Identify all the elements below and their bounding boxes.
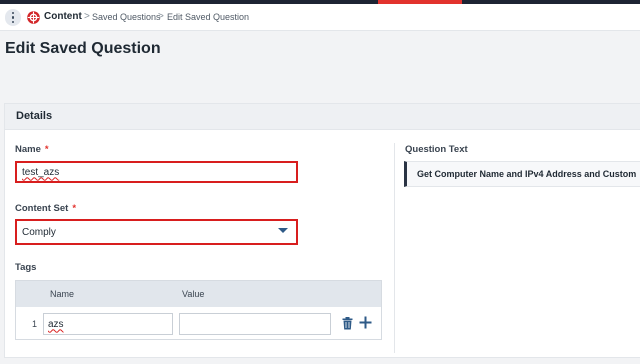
- tag-name-value: azs: [48, 318, 64, 330]
- breadcrumb-app[interactable]: Content: [44, 11, 82, 22]
- breadcrumb-current: Edit Saved Question: [167, 12, 250, 22]
- content-set-label-text: Content Set: [15, 203, 69, 214]
- question-text-value: Get Computer Name and IPv4 Address and C…: [417, 169, 637, 179]
- content-set-select[interactable]: Comply: [15, 219, 298, 245]
- tags-label: Tags: [15, 262, 37, 273]
- details-title: Details: [16, 110, 53, 122]
- breadcrumb: Content > Saved Questions > Edit Saved Q…: [0, 4, 640, 31]
- breadcrumb-saved-questions[interactable]: Saved Questions: [92, 12, 161, 22]
- trash-icon[interactable]: [342, 317, 353, 330]
- content-set-value: Comply: [22, 226, 56, 238]
- name-label-text: Name: [15, 144, 41, 155]
- name-input-value: test_azs: [22, 166, 60, 178]
- breadcrumb-separator: >: [84, 11, 90, 22]
- plus-icon[interactable]: [359, 316, 372, 329]
- required-marker: *: [72, 203, 77, 214]
- content-logo-icon: [27, 11, 40, 24]
- name-label: Name *: [15, 144, 49, 155]
- question-text-label: Question Text: [405, 144, 468, 155]
- name-input[interactable]: test_azs: [15, 161, 298, 183]
- tag-value-input[interactable]: [179, 313, 331, 335]
- content-set-label: Content Set *: [15, 203, 76, 214]
- row-index: 1: [32, 319, 38, 329]
- required-marker: *: [44, 144, 49, 155]
- tags-table-header: Name Value: [16, 281, 381, 307]
- column-header-value: Value: [182, 289, 205, 299]
- column-divider: [394, 143, 395, 353]
- more-vertical-icon[interactable]: [5, 9, 21, 26]
- breadcrumb-separator: >: [158, 11, 164, 22]
- caret-down-icon: [278, 228, 288, 233]
- page-title: Edit Saved Question: [5, 40, 161, 57]
- details-header: Details: [5, 104, 640, 130]
- question-text-box: Get Computer Name and IPv4 Address and C…: [404, 161, 640, 187]
- tag-name-input[interactable]: azs: [43, 313, 173, 335]
- column-header-name: Name: [50, 289, 75, 299]
- tags-table: Name Value 1 azs: [15, 280, 382, 340]
